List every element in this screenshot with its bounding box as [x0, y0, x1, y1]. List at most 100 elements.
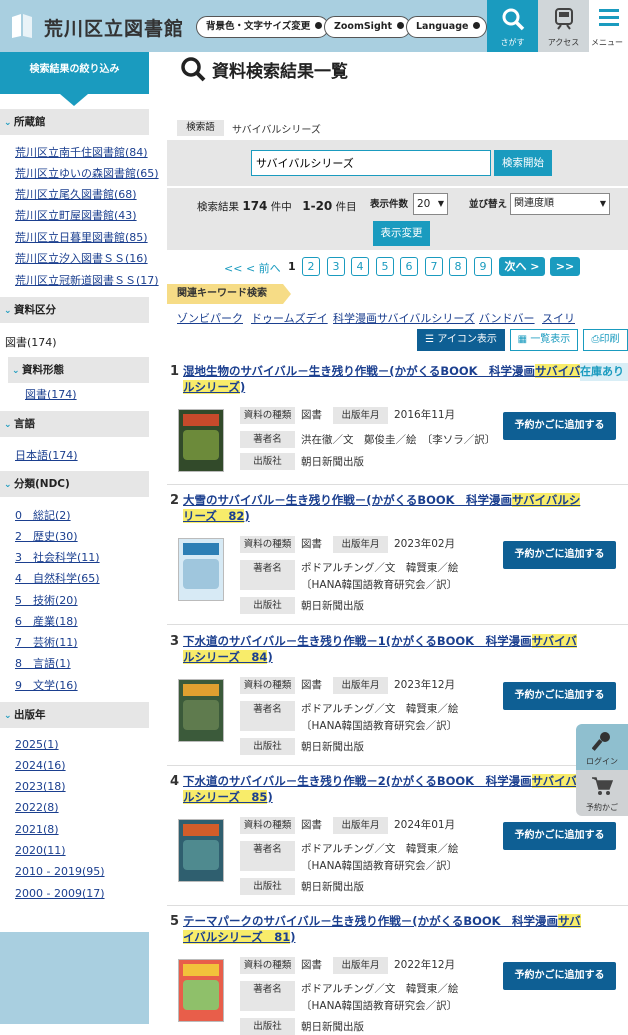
zoomsight-button[interactable]: ZoomSight	[324, 16, 412, 38]
facet-library-link[interactable]: 荒川区立ゆいの森図書館(65)	[15, 165, 159, 181]
facet-ndc-link[interactable]: 3 社会科学(11)	[15, 549, 100, 565]
per-page-select[interactable]: 20 ▼	[413, 193, 448, 215]
sort-select[interactable]: 関連度順 ▼	[510, 193, 610, 215]
field-label: 資料の種類	[240, 817, 295, 834]
facet-library-link[interactable]: 荒川区立町屋図書館(43)	[15, 207, 137, 223]
facet-library-header[interactable]: ⌄ 所蔵館	[0, 109, 149, 135]
add-to-cart-button[interactable]: 予約かごに追加する	[503, 541, 616, 569]
facet-year-link[interactable]: 2023(18)	[15, 780, 66, 793]
add-to-cart-button[interactable]: 予約かごに追加する	[503, 412, 616, 440]
facet-ndc-link[interactable]: 6 産業(18)	[15, 613, 78, 629]
chevron-down-icon: ⌄	[4, 420, 12, 430]
result-title-link[interactable]: リーズ 82)	[183, 508, 250, 524]
facet-year-link[interactable]: 2022(8)	[15, 801, 59, 814]
result-title-link[interactable]: ルシリーズ 85)	[183, 789, 273, 805]
facet-year-link[interactable]: 2024(16)	[15, 759, 66, 772]
language-button[interactable]: Language	[406, 16, 488, 38]
facet-form-header[interactable]: ⌄ 資料形態	[8, 357, 149, 383]
related-keyword-link[interactable]: バンドバー	[479, 310, 535, 326]
result-date: 2023年12月	[394, 679, 456, 691]
search-nav-button[interactable]: さがす	[487, 0, 538, 52]
related-keyword-link[interactable]: スイリ	[542, 310, 575, 326]
facet-lang-link[interactable]: 日本語(174)	[15, 447, 78, 463]
facet-library-link[interactable]: 荒川区立日暮里図書館(85)	[15, 229, 148, 245]
result-title-link[interactable]: 下水道のサバイバル－生き残り作戦－1(かがくるBOOK 科学漫画サバイバ	[183, 633, 577, 649]
pager-page[interactable]: 3	[327, 257, 345, 276]
result-date: 2016年11月	[394, 409, 456, 421]
add-to-cart-button[interactable]: 予約かごに追加する	[503, 962, 616, 990]
related-keyword-arrow	[283, 284, 291, 304]
facet-library-link[interactable]: 荒川区立汐入図書ＳＳ(16)	[15, 250, 148, 266]
print-button[interactable]: ⎙印刷	[583, 329, 628, 351]
result-title-link[interactable]: 下水道のサバイバル－生き残り作戦－2(かがくるBOOK 科学漫画サバイバ	[183, 773, 577, 789]
facet-ndc-link[interactable]: 8 言語(1)	[15, 655, 71, 671]
facet-ndc-header[interactable]: ⌄ 分類(NDC)	[0, 471, 149, 497]
facet-year-link[interactable]: 2021(8)	[15, 823, 59, 836]
search-input[interactable]	[251, 150, 491, 176]
pager-page[interactable]: 4	[351, 257, 369, 276]
access-nav-button[interactable]: アクセス	[538, 0, 589, 52]
facet-ndc-link[interactable]: 7 芸術(11)	[15, 634, 78, 650]
facet-year-header[interactable]: ⌄ 出版年	[0, 702, 149, 728]
facet-year-link[interactable]: 2010 - 2019(95)	[15, 865, 105, 878]
result-author: ポドアルチング／文 韓賢東／絵	[301, 562, 459, 574]
facet-library-link[interactable]: 荒川区立冠新道図書ＳＳ(17)	[15, 272, 159, 288]
refine-sidebar: 検索結果の絞り込み ⌄ 所蔵館 荒川区立南千住図書館(84) 荒川区立ゆいの森図書…	[0, 52, 159, 1024]
facet-ndc-link[interactable]: 0 総記(2)	[15, 507, 71, 523]
color-size-button[interactable]: 背景色・文字サイズ変更	[196, 16, 330, 38]
result-title-link[interactable]: イバルシリーズ 81)	[183, 929, 295, 945]
related-keyword-link[interactable]: 科学漫画サバイバルシリーズ	[333, 310, 475, 326]
result-title-link[interactable]: 湿地生物のサバイバル－生き残り作戦－(かがくるBOOK 科学漫画サバイバ	[183, 363, 581, 379]
cart-float-button[interactable]: 予約かご	[576, 770, 628, 816]
result-title-link[interactable]: ルシリーズ)	[183, 379, 245, 395]
result-title-link[interactable]: ルシリーズ 84)	[183, 649, 273, 665]
icon-view-button[interactable]: ☰ アイコン表示	[417, 329, 505, 351]
result-divider	[167, 905, 628, 906]
result-divider	[167, 624, 628, 625]
facet-year-link[interactable]: 2020(11)	[15, 844, 66, 857]
pager-prev[interactable]: << < 前へ	[224, 260, 281, 276]
pager-last-button[interactable]: >>	[550, 257, 580, 276]
facet-type-header[interactable]: ⌄ 資料区分	[0, 297, 149, 323]
login-float-button[interactable]: ログイン	[576, 724, 628, 770]
facet-lang-header[interactable]: ⌄ 言語	[0, 411, 149, 437]
facet-ndc-link[interactable]: 5 技術(20)	[15, 592, 78, 608]
facet-ndc-link[interactable]: 9 文学(16)	[15, 677, 78, 693]
pager-page[interactable]: 7	[425, 257, 443, 276]
facet-form-link[interactable]: 図書(174)	[25, 386, 77, 402]
result-title-link[interactable]: 大雪のサバイバル－生き残り作戦－(かがくるBOOK 科学漫画サバイバルシ	[183, 492, 581, 508]
pager-page[interactable]: 5	[376, 257, 394, 276]
pager-page[interactable]: 6	[400, 257, 418, 276]
apply-display-button[interactable]: 表示変更	[373, 221, 430, 246]
result-title-link[interactable]: テーマパークのサバイバル－生き残り作戦－(かがくるBOOK 科学漫画サバ	[183, 913, 581, 929]
related-keyword-link[interactable]: ゾンビパーク	[177, 310, 243, 326]
search-start-button[interactable]: 検索開始	[494, 150, 552, 176]
pager-page[interactable]: 9	[474, 257, 492, 276]
field-label: 出版社	[240, 878, 295, 895]
field-label: 出版社	[240, 1018, 295, 1035]
facet-type-value: 図書(174)	[5, 336, 57, 349]
access-nav-label: アクセス	[547, 38, 580, 47]
field-label: 出版年月	[333, 407, 388, 424]
login-label: ログイン	[586, 757, 618, 766]
list-view-button[interactable]: ▦ 一覧表示	[510, 329, 578, 351]
related-keyword-link[interactable]: ドゥームズデイ	[251, 310, 328, 326]
facet-library-link[interactable]: 荒川区立南千住図書館(84)	[15, 144, 148, 160]
facet-year-link[interactable]: 2000 - 2009(17)	[15, 887, 105, 900]
chevron-down-icon: ▼	[437, 199, 444, 208]
site-title[interactable]: 荒川区立図書館	[44, 14, 184, 41]
result-number: 4	[170, 774, 180, 789]
facet-ndc-link[interactable]: 4 自然科学(65)	[15, 570, 100, 586]
add-to-cart-button[interactable]: 予約かごに追加する	[503, 822, 616, 850]
facet-ndc-link[interactable]: 2 歴史(30)	[15, 528, 78, 544]
pager-next-button[interactable]: 次へ >	[499, 257, 545, 276]
result-type: 図書	[301, 538, 322, 550]
facet-year-link[interactable]: 2025(1)	[15, 738, 59, 751]
pager-page[interactable]: 2	[302, 257, 320, 276]
add-to-cart-button[interactable]: 予約かごに追加する	[503, 682, 616, 710]
pager-page[interactable]: 8	[449, 257, 467, 276]
menu-nav-button[interactable]: メニュー	[589, 0, 628, 52]
chevron-down-icon: ⌄	[4, 306, 12, 316]
result-type: 図書	[301, 959, 322, 971]
facet-library-link[interactable]: 荒川区立尾久図書館(68)	[15, 186, 137, 202]
